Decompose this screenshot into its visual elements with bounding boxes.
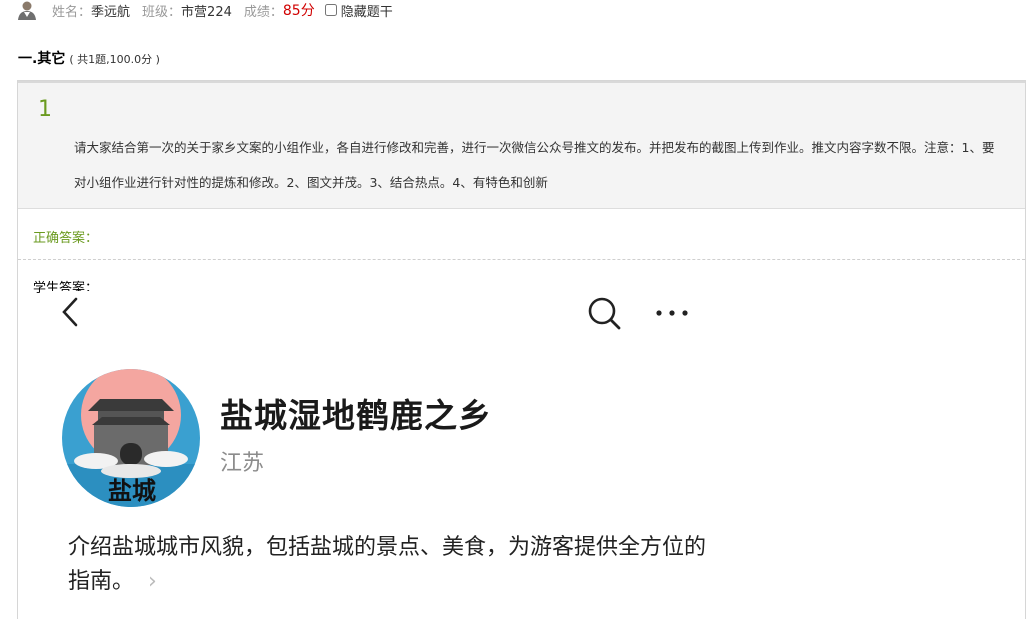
student-info-bar: 姓名： 季远航 班级： 市营224 成绩： 85分 隐藏题干 xyxy=(16,0,393,20)
account-location: 江苏 xyxy=(220,451,265,476)
student-avatar-icon xyxy=(18,1,36,20)
search-icon xyxy=(588,297,621,330)
class-value: 市营224 xyxy=(181,4,232,20)
account-logo: 盐城 xyxy=(62,369,200,507)
section-title: 一.其它( 共1题,100.0分 ) xyxy=(18,48,160,68)
question-header: 1 请大家结合第一次的关于家乡文案的小组作业，各自进行修改和完善，进行一次微信公… xyxy=(18,81,1025,209)
name-value: 季远航 xyxy=(91,4,131,20)
account-name: 盐城湿地鹤鹿之乡 xyxy=(220,396,492,435)
section-title-text: 一.其它 xyxy=(18,51,66,67)
correct-answer-label: 正确答案： xyxy=(33,231,99,246)
svg-text:盐城: 盐城 xyxy=(108,477,156,505)
hide-stem-label: 隐藏题干 xyxy=(340,4,393,20)
correct-answer-row: 正确答案： xyxy=(18,209,1025,260)
hide-stem-toggle[interactable]: 隐藏题干 xyxy=(324,1,393,20)
score-value: 85分 xyxy=(282,3,315,19)
back-arrow-icon xyxy=(62,297,78,327)
name-label: 姓名： xyxy=(52,4,92,20)
question-number: 1 xyxy=(38,97,52,122)
score-label: 成绩： xyxy=(243,4,283,20)
account-description-text: 介绍盐城城市风貌，包括盐城的景点、美食，为游客提供全方位的指南。 xyxy=(68,535,707,594)
student-answer-image[interactable]: 盐城 盐城湿地鹤鹿之乡 江苏 介绍盐城城市风貌，包括盐城的景点、美食，为游客提供… xyxy=(42,291,722,619)
class-label: 班级： xyxy=(142,4,182,20)
section-subtitle: ( 共1题,100.0分 ) xyxy=(69,53,160,66)
chevron-right-icon: › xyxy=(148,569,157,594)
hide-stem-checkbox[interactable] xyxy=(324,4,337,16)
more-options-icon xyxy=(656,310,688,316)
question-text: 请大家结合第一次的关于家乡文案的小组作业，各自进行修改和完善，进行一次微信公众号… xyxy=(74,140,995,190)
account-description: 介绍盐城城市风貌，包括盐城的景点、美食，为游客提供全方位的指南。 › xyxy=(68,531,708,599)
question-card: 1 请大家结合第一次的关于家乡文案的小组作业，各自进行修改和完善，进行一次微信公… xyxy=(17,80,1026,619)
